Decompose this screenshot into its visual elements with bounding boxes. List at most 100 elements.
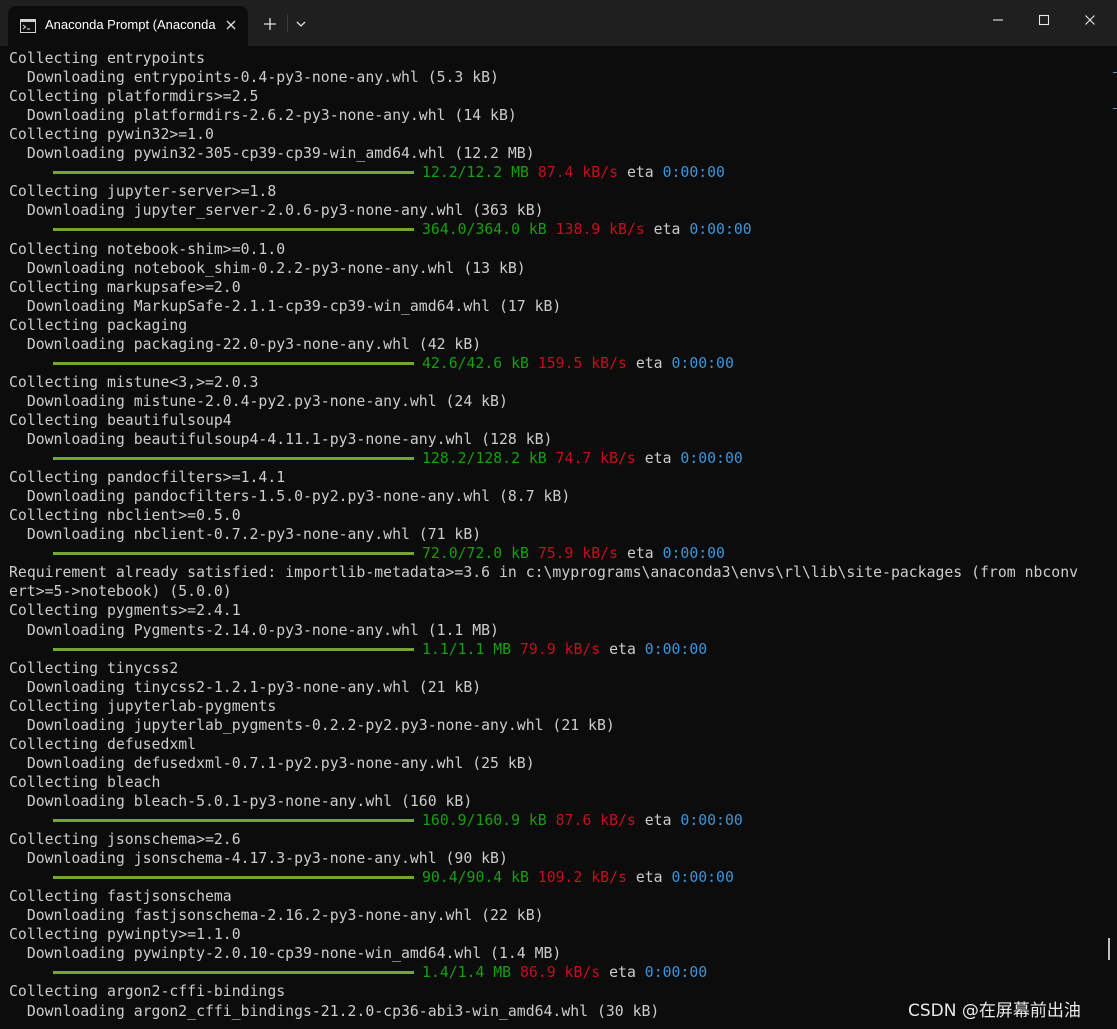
terminal-line: Collecting jsonschema>=2.6 [9,831,241,849]
download-size: 42.6/42.6 kB [422,354,529,372]
new-tab-plus-icon[interactable] [258,13,282,35]
progress-bar [53,228,414,232]
progress-line: 1.1/1.1 MB 79.9 kB/s eta 0:00:00 [422,640,707,659]
terminal-line: Downloading pywinpty-2.0.10-cp39-none-wi… [9,945,562,963]
eta-value: 0:00:00 [680,812,743,829]
console-icon [20,18,36,37]
eta-label: eta [609,640,636,658]
terminal-line: Downloading jupyter_server-2.0.6-py3-non… [9,202,544,220]
progress-line: 364.0/364.0 kB 138.9 kB/s eta 0:00:00 [422,220,752,239]
terminal-line: Downloading MarkupSafe-2.1.1-cp39-cp39-w… [9,297,562,315]
terminal-line: Downloading Pygments-2.14.0-py3-none-any… [9,621,499,639]
terminal-line: Collecting beautifulsoup4 [9,411,232,429]
progress-bar [53,171,414,175]
terminal-line: Requirement already satisfied: importlib… [9,564,1079,582]
download-speed: 74.7 kB/s [555,450,636,468]
terminal-line: Collecting nbclient>=0.5.0 [9,507,241,525]
eta-value: 0:00:00 [662,164,725,182]
eta-label: eta [644,450,672,468]
download-speed: 79.9 kB/s [520,640,601,658]
terminal-line: Collecting pandocfilters>=1.4.1 [9,469,286,487]
terminal-line: Collecting jupyter-server>=1.8 [9,183,277,201]
download-size: 364.0/364.0 kB [422,221,547,239]
eta-value: 0:00:00 [689,221,752,239]
terminal-line: Downloading jsonschema-4.17.3-py3-none-a… [9,850,508,868]
progress-line: 1.4/1.4 MB 86.9 kB/s eta 0:00:00 [422,963,707,982]
terminal-tab[interactable]: Anaconda Prompt (Anaconda [8,6,248,46]
maximize-icon[interactable] [1022,8,1066,32]
progress-line: 12.2/12.2 MB 87.4 kB/s eta 0:00:00 [422,163,725,182]
terminal-line: Downloading notebook_shim-0.2.2-py3-none… [9,259,526,277]
terminal-line: Collecting pywinpty>=1.1.0 [9,926,241,944]
download-size: 1.4/1.4 MB [422,964,512,982]
progress-line: 160.9/160.9 kB 87.6 kB/s eta 0:00:00 [422,811,743,830]
download-speed: 159.5 kB/s [537,354,627,372]
terminal-line: Downloading bleach-5.0.1-py3-none-any.wh… [9,792,473,810]
download-size: 160.9/160.9 kB [422,812,547,829]
terminal-line: Downloading nbclient-0.7.2-py3-none-any.… [9,526,482,544]
terminal-line: Downloading pywin32-305-cp39-cp39-win_am… [9,145,535,163]
terminal-line: Downloading pandocfilters-1.5.0-py2.py3-… [9,488,571,506]
eta-value: 0:00:00 [671,869,734,887]
terminal-line: Collecting jupyterlab-pygments [9,697,277,715]
terminal-line: Collecting markupsafe>=2.0 [9,278,241,296]
minimize-icon[interactable] [976,8,1020,32]
progress-line: 90.4/90.4 kB 109.2 kB/s eta 0:00:00 [422,868,734,887]
terminal-line: Collecting pywin32>=1.0 [9,126,214,144]
eta-label: eta [609,964,636,982]
download-size: 72.0/72.0 kB [422,545,529,563]
progress-line: 42.6/42.6 kB 159.5 kB/s eta 0:00:00 [422,354,734,373]
terminal-line: Downloading fastjsonschema-2.16.2-py3-no… [9,907,544,925]
eta-value: 0:00:00 [644,964,708,982]
close-window-icon[interactable] [1068,8,1112,32]
terminal-line: Collecting entrypoints [9,50,205,67]
watermark: CSDN @在屏幕前出油 [908,1001,1081,1021]
terminal-line: Collecting packaging [9,316,188,334]
terminal-line: Collecting tinycss2 [9,659,179,677]
terminal-line: Collecting mistune<3,>=2.0.3 [9,373,259,391]
terminal-line: Downloading mistune-2.0.4-py2.py3-none-a… [9,392,508,410]
terminal-line: Collecting bleach [9,773,161,791]
progress-line: 72.0/72.0 kB 75.9 kB/s eta 0:00:00 [422,544,725,563]
terminal-line: Downloading entrypoints-0.4-py3-none-any… [9,69,499,87]
terminal-line: Downloading argon2_cffi_bindings-21.2.0-… [9,1002,660,1020]
terminal-line: Collecting platformdirs>=2.5 [9,88,259,106]
eta-label: eta [644,812,672,829]
tab-separator [287,14,288,32]
eta-value: 0:00:00 [662,545,725,563]
eta-label: eta [635,869,663,887]
tab-title: Anaconda Prompt (Anaconda [45,17,216,32]
download-size: 90.4/90.4 kB [422,869,529,887]
terminal-line: ert>=5->notebook) (5.0.0) [9,583,232,601]
eta-value: 0:00:00 [680,450,743,468]
download-speed: 87.4 kB/s [537,164,619,182]
progress-bar [53,457,414,461]
terminal-output[interactable]: Collecting entrypoints Downloading entry… [0,48,1110,1029]
eta-value: 0:00:00 [671,354,734,372]
eta-label: eta [635,354,663,372]
terminal-line: Downloading platformdirs-2.6.2-py3-none-… [9,107,517,125]
scrollbar[interactable] [1110,46,1117,1029]
title-bar: Anaconda Prompt (Anaconda [0,0,1117,46]
scrollbar-thumb[interactable] [1108,938,1110,960]
download-speed: 75.9 kB/s [537,545,619,563]
eta-label: eta [626,164,654,182]
terminal-line: Downloading defusedxml-0.7.1-py2.py3-non… [9,754,535,772]
progress-bar [53,552,414,556]
terminal-line: Collecting notebook-shim>=0.1.0 [9,240,286,258]
terminal-line: Collecting pygments>=2.4.1 [9,602,241,620]
terminal-line: Downloading beautifulsoup4-4.11.1-py3-no… [9,431,553,448]
chevron-down-icon[interactable] [292,13,310,35]
progress-line: 128.2/128.2 kB 74.7 kB/s eta 0:00:00 [422,449,743,468]
eta-label: eta [653,221,681,239]
download-size: 1.1/1.1 MB [422,640,512,658]
progress-bar [53,971,414,975]
progress-bar [53,876,414,880]
progress-bar [53,819,414,822]
terminal-line: Collecting defusedxml [9,735,197,753]
terminal-line: Downloading jupyterlab_pygments-0.2.2-py… [9,716,615,734]
window-edge-mark [1113,108,1117,109]
close-tab-icon[interactable] [222,16,240,34]
eta-value: 0:00:00 [644,640,708,658]
download-speed: 86.9 kB/s [520,964,601,982]
